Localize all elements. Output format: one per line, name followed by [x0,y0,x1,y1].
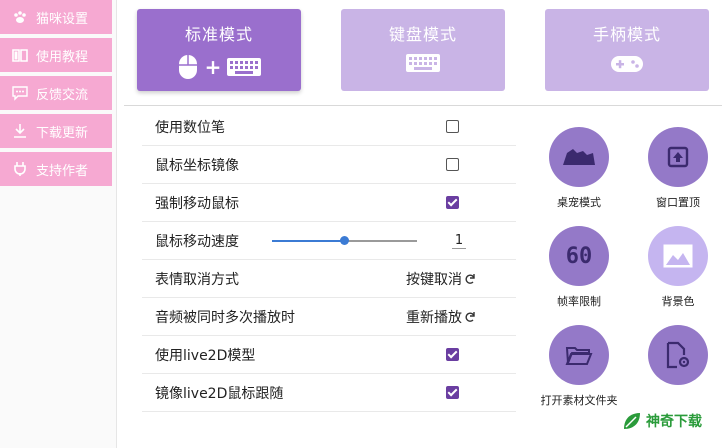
slider-fill [272,240,345,242]
sidebar-item-cat-settings[interactable]: 猫咪设置 [0,0,112,34]
setting-label: 镜像live2D鼠标跟随 [155,385,284,402]
folder-open-icon [565,347,593,365]
emote-cancel-value[interactable]: 按键取消 [406,269,462,289]
setting-row-live2d-mirror: 镜像live2D鼠标跟随 [142,374,516,412]
setting-label: 表情取消方式 [155,271,239,288]
setting-row-emote-cancel: 表情取消方式 按键取消 [142,260,516,298]
download-icon [14,124,26,138]
fps-limit-button[interactable]: 60 帧率限制 [534,226,624,309]
fn-circle [648,127,708,187]
sidebar-item-support-author[interactable]: 支持作者 [0,152,112,186]
speed-slider[interactable] [272,236,417,245]
speed-value[interactable]: 1 [452,233,466,249]
mode-gamepad-button[interactable]: 手柄模式 [545,9,709,91]
fn-circle [549,325,609,385]
sidebar-item-label: 使用教程 [36,49,89,65]
mode-label: 标准模式 [184,25,253,44]
slider-thumb[interactable] [340,236,349,245]
setting-label: 使用live2D模型 [155,347,256,364]
force-move-checkbox[interactable] [446,196,459,209]
fn-label: 帧率限制 [557,295,601,308]
sidebar-item-label: 反馈交流 [36,87,89,103]
fn-label: 背景色 [661,295,695,308]
sidebar-item-tutorial[interactable]: 使用教程 [0,38,112,72]
fn-label: 打开素材文件夹 [540,394,618,407]
desk-pet-mode-button[interactable]: 桌宠模式 [534,127,624,210]
pin-top-button[interactable]: 窗口置顶 [633,127,723,210]
image-icon [663,244,693,268]
file-settings-icon [666,341,690,369]
background-color-button[interactable]: 背景色 [633,226,723,309]
live2d-checkbox[interactable] [446,348,459,361]
leaf-logo-icon [624,413,640,429]
fn-circle [648,325,708,385]
section-divider [124,105,722,106]
fn-label: 桌宠模式 [557,196,601,209]
sidebar-item-label: 猫咪设置 [36,11,89,27]
mouse-icon [178,55,197,79]
sidebar-item-label: 支持作者 [36,163,89,179]
mirror-coords-checkbox[interactable] [446,158,459,171]
mode-label: 手柄模式 [592,25,661,44]
fn-circle: 60 [549,226,609,286]
setting-row-pen: 使用数位笔 [142,108,516,146]
setting-row-force-move: 强制移动鼠标 [142,184,516,222]
watermark-logo: 神奇下载 [622,410,702,432]
sidebar-item-feedback[interactable]: 反馈交流 [0,76,112,110]
pen-checkbox[interactable] [446,120,459,133]
setting-row-live2d: 使用live2D模型 [142,336,516,374]
file-settings-button[interactable] [633,325,723,392]
watermark-text: 神奇下载 [646,414,702,430]
book-icon [12,49,28,62]
setting-label: 音频被同时多次播放时 [155,309,295,326]
sidebar: 猫咪设置 使用教程 反馈交流 下载更新 支持作者 [0,0,117,448]
cycle-icon[interactable] [464,311,476,323]
fn-circle [549,127,609,187]
plus-icon: + [204,55,222,79]
sidebar-item-label: 下载更新 [36,125,89,141]
sidebar-item-download-update[interactable]: 下载更新 [0,114,112,148]
open-assets-folder-button[interactable]: 打开素材文件夹 [534,325,624,408]
desk-pet-icon [563,149,595,165]
setting-row-audio-replay: 音频被同时多次播放时 重新播放 [142,298,516,336]
pin-top-icon [667,146,689,168]
gamepad-icon [611,56,643,72]
fn-label: 窗口置顶 [656,196,700,209]
support-icon [14,162,26,176]
mode-keyboard-button[interactable]: 键盘模式 [341,9,505,91]
live2d-mirror-checkbox[interactable] [446,386,459,399]
paw-icon [14,11,26,23]
mode-standard-button[interactable]: 标准模式 + [137,9,301,91]
cycle-icon[interactable] [464,273,476,285]
setting-label: 使用数位笔 [155,119,225,136]
setting-row-mirror-coords: 鼠标坐标镜像 [142,146,516,184]
keyboard-icon [227,58,262,76]
setting-label: 鼠标坐标镜像 [155,157,239,174]
audio-replay-value[interactable]: 重新播放 [406,307,462,327]
setting-label: 鼠标移动速度 [155,233,239,250]
mode-label: 键盘模式 [388,25,457,44]
keyboard-icon [406,54,440,72]
chat-icon [12,86,28,101]
fps-60-icon: 60 [565,243,593,269]
setting-label: 强制移动鼠标 [155,195,239,212]
setting-row-mouse-speed: 鼠标移动速度 1 [142,222,516,260]
fn-circle [648,226,708,286]
